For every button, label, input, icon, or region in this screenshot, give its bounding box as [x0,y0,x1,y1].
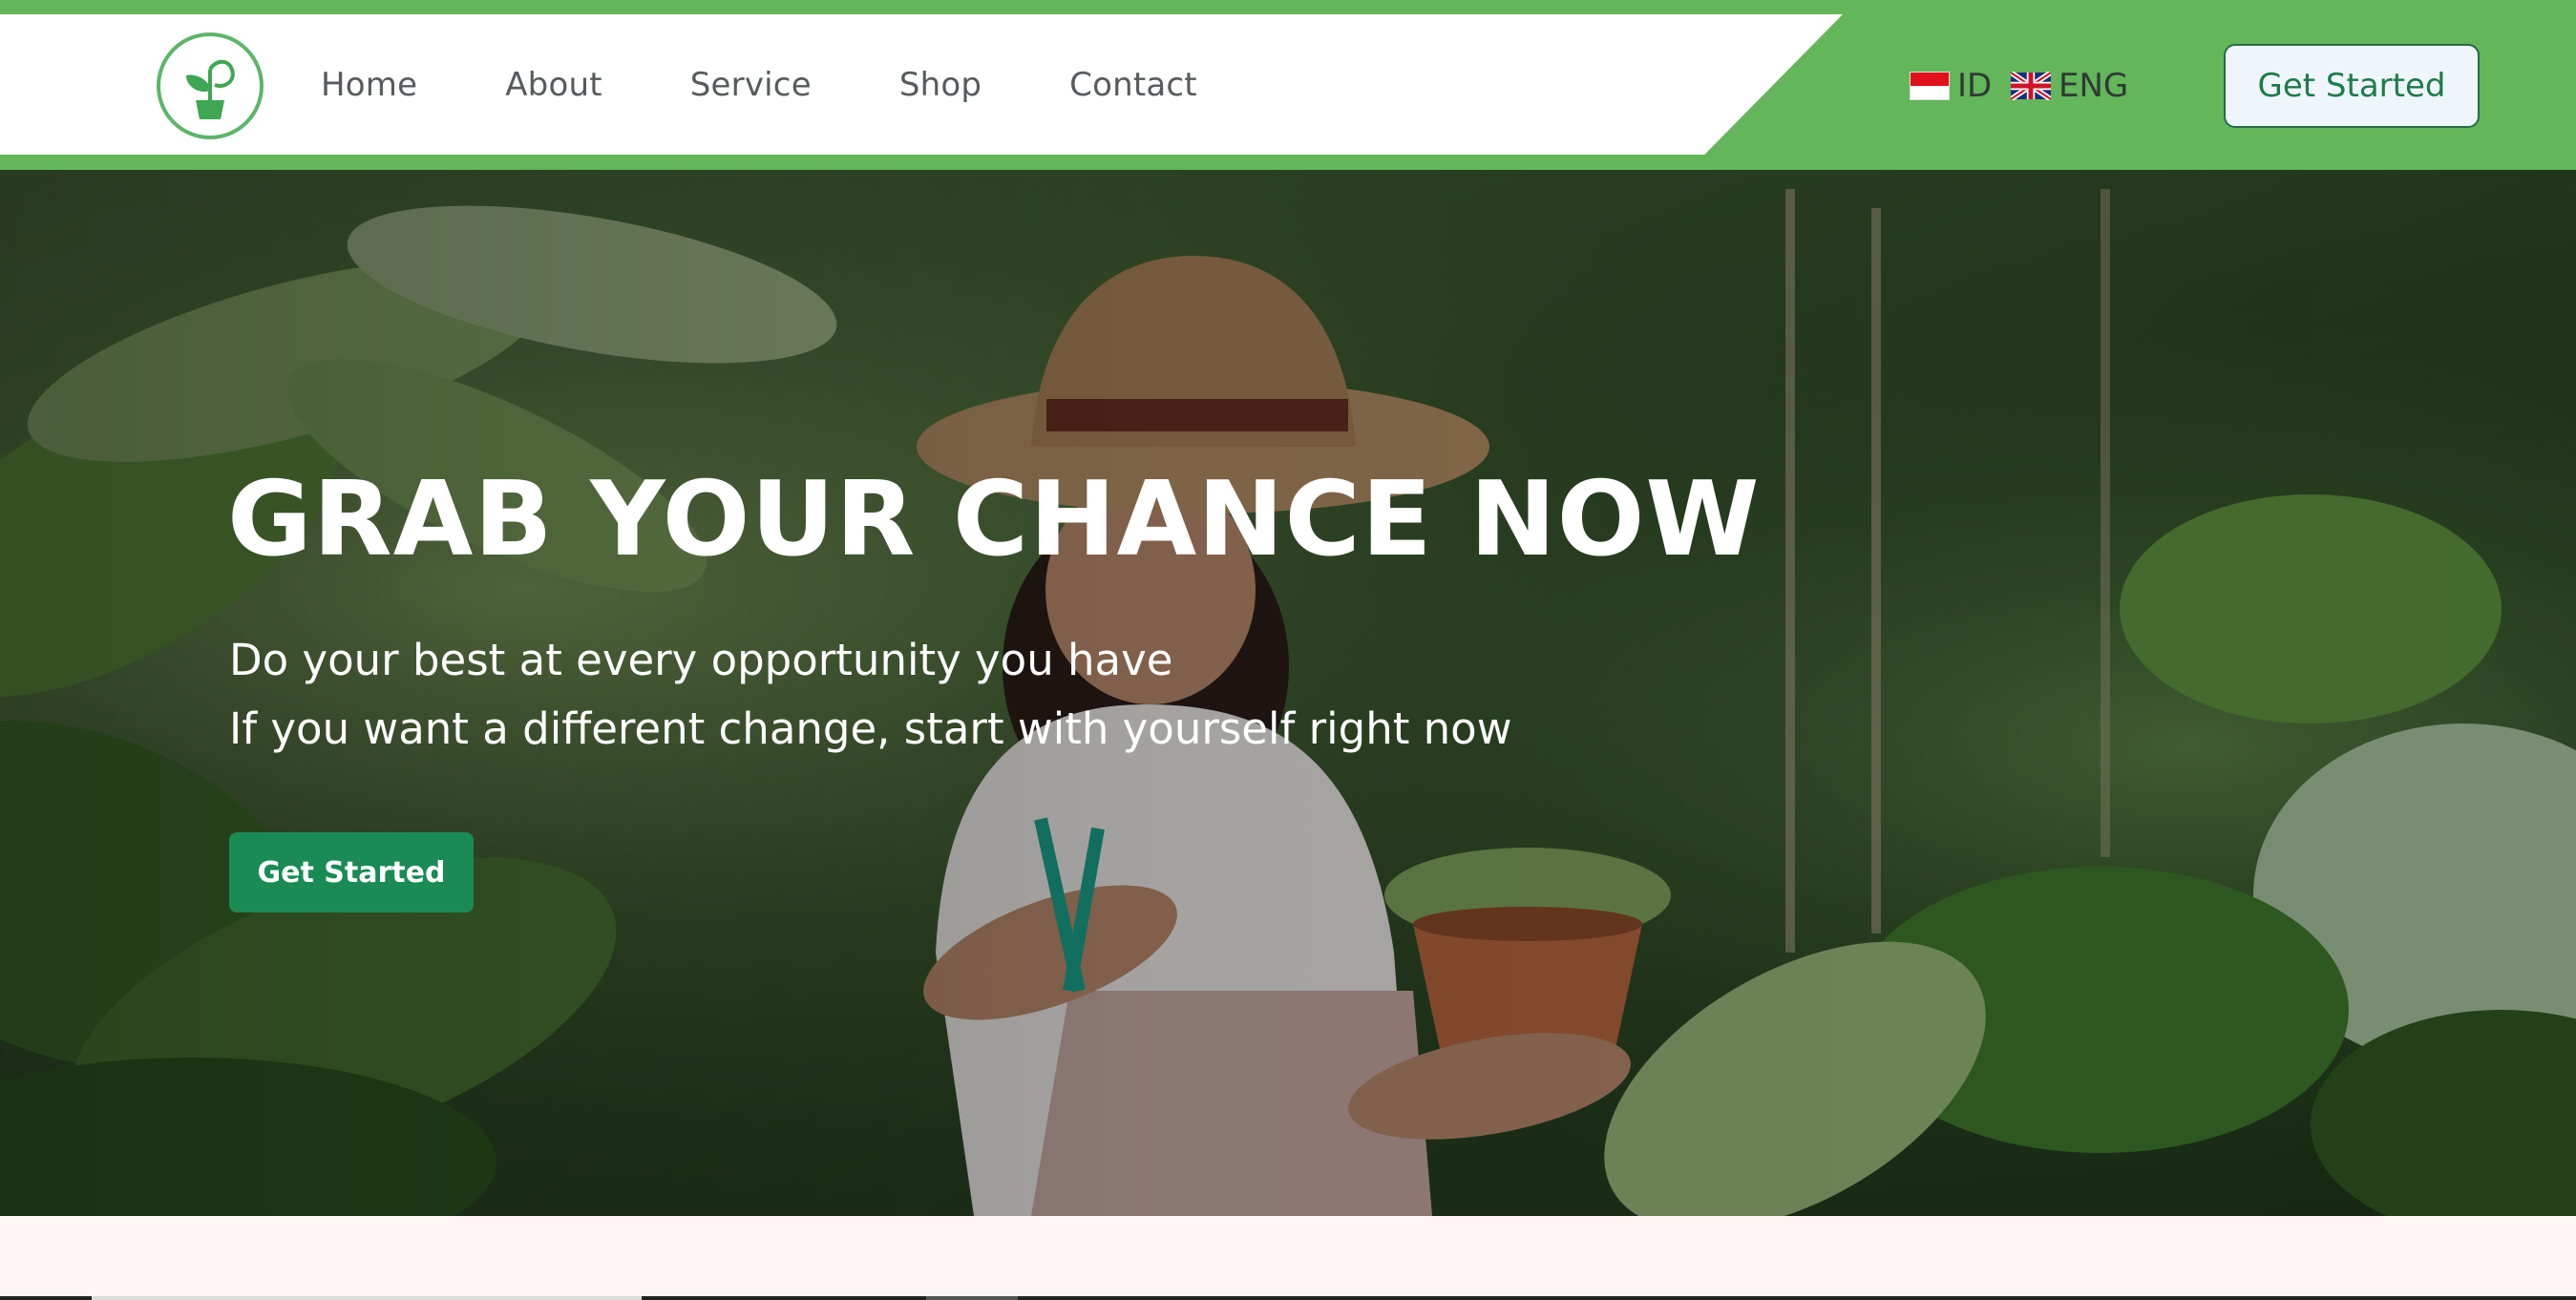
language-option-id[interactable]: ID [1910,67,1992,105]
hero-subtitle: Do your best at every opportunity you ha… [229,626,1852,764]
nav-link-home[interactable]: Home [321,66,417,104]
language-label-eng: ENG [2059,67,2129,105]
nav-link-about[interactable]: About [505,66,602,104]
nav-get-started-button[interactable]: Get Started [2224,44,2480,128]
bottom-scroll-indicator [0,1296,2576,1300]
scroll-segment [92,1296,642,1300]
hero-title: GRAB YOUR CHANCE NOW [227,460,1761,579]
uk-flag-icon [2011,72,2051,100]
language-option-eng[interactable]: ENG [2011,67,2128,105]
indonesia-flag-icon [1910,72,1950,100]
nav-link-shop[interactable]: Shop [899,66,982,104]
main-nav: Home About Service Shop Contact [321,63,1285,107]
hero-subtitle-line-2: If you want a different change, start wi… [229,703,1512,754]
scroll-segment [926,1296,1018,1300]
nav-link-service[interactable]: Service [690,66,812,104]
language-label-id: ID [1957,67,1993,105]
nav-link-contact[interactable]: Contact [1069,66,1197,104]
hero-section: GRAB YOUR CHANCE NOW Do your best at eve… [0,170,2576,1216]
next-section [0,1216,2576,1300]
hero-get-started-button[interactable]: Get Started [229,832,474,912]
hero-subtitle-line-1: Do your best at every opportunity you ha… [229,635,1173,685]
plant-pot-logo-icon[interactable] [156,31,264,140]
navbar: Home About Service Shop Contact ID ENG G… [0,0,2576,170]
